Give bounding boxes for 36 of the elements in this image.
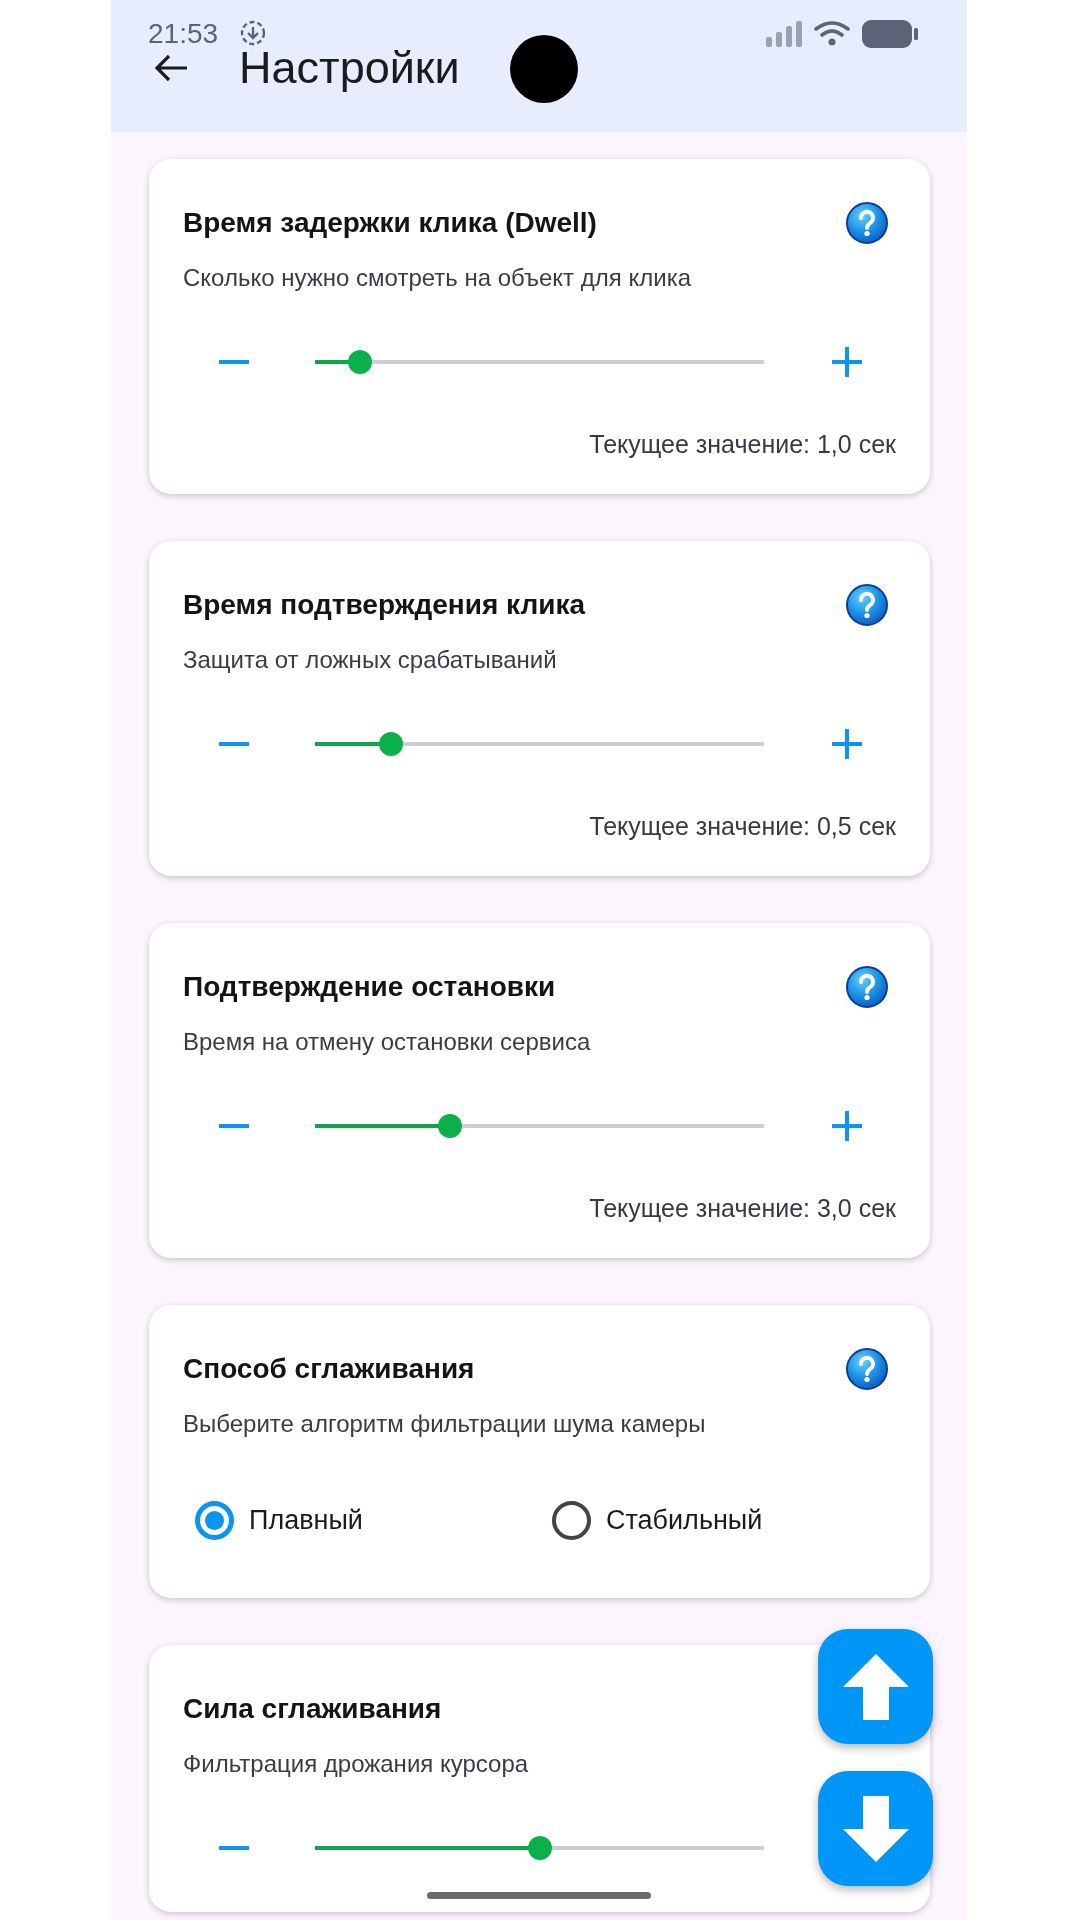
card-subtitle: Сколько нужно смотреть на объект для клика bbox=[183, 264, 691, 291]
current-value: Текущее значение: 0,5 сек bbox=[589, 811, 896, 842]
plus-icon[interactable] bbox=[832, 1111, 862, 1141]
card-title: Способ сглаживания bbox=[183, 1353, 475, 1385]
help-icon[interactable] bbox=[846, 202, 888, 244]
scroll-up-button[interactable] bbox=[818, 1629, 933, 1744]
back-icon[interactable] bbox=[154, 54, 188, 82]
status-time: 21:53 bbox=[148, 22, 219, 46]
card-subtitle: Выберите алгоритм фильтрации шума камеры bbox=[183, 1410, 706, 1437]
card-title: Сила сглаживания bbox=[183, 1693, 442, 1725]
plus-icon[interactable] bbox=[832, 347, 862, 377]
signal-icon bbox=[766, 21, 802, 47]
slider-thumb[interactable] bbox=[379, 732, 404, 756]
slider-thumb[interactable] bbox=[527, 1836, 552, 1860]
slider-thumb[interactable] bbox=[437, 1114, 462, 1138]
wifi-icon bbox=[814, 20, 850, 47]
card-subtitle: Время на отмену остановки сервиса bbox=[183, 1028, 591, 1055]
radio-option[interactable]: Плавный bbox=[195, 1500, 363, 1540]
help-icon[interactable] bbox=[846, 966, 888, 1008]
slider-thumb[interactable] bbox=[347, 350, 372, 374]
scroll-down-button[interactable] bbox=[818, 1771, 933, 1886]
down-arrow-icon bbox=[842, 1795, 909, 1862]
download-icon bbox=[240, 20, 266, 46]
current-value: Текущее значение: 3,0 сек bbox=[589, 1193, 896, 1224]
help-icon[interactable] bbox=[846, 584, 888, 626]
card-title: Подтверждение остановки bbox=[183, 971, 556, 1003]
card-subtitle: Фильтрация дрожания курсора bbox=[183, 1750, 529, 1777]
card-title: Время задержки клика (Dwell) bbox=[183, 207, 597, 239]
up-arrow-icon bbox=[842, 1653, 909, 1720]
card-title: Время подтверждения клика bbox=[183, 589, 586, 621]
battery-icon bbox=[862, 20, 918, 48]
radio-option[interactable]: Стабильный bbox=[552, 1500, 763, 1540]
current-value: Текущее значение: 1,0 сек bbox=[589, 429, 896, 460]
card-subtitle: Защита от ложных срабатываний bbox=[183, 646, 557, 673]
plus-icon[interactable] bbox=[832, 729, 862, 759]
help-icon[interactable] bbox=[846, 1348, 888, 1390]
